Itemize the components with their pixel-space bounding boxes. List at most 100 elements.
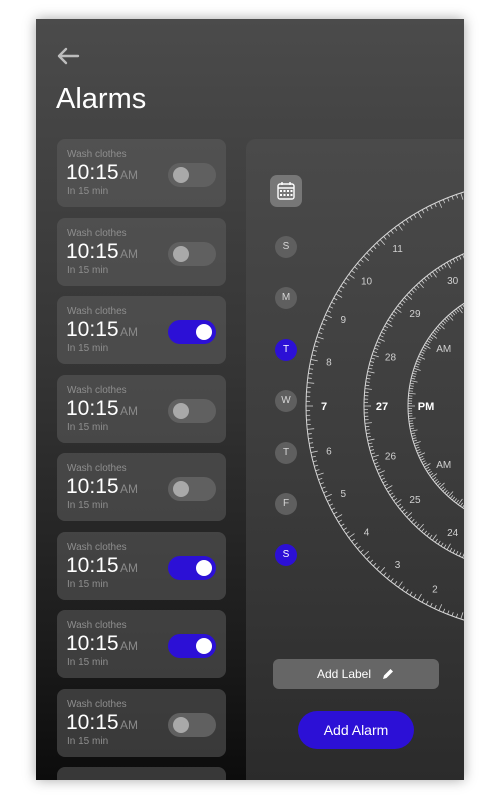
dial-tick bbox=[453, 498, 458, 502]
dial-tick bbox=[309, 368, 314, 370]
alarm-countdown: In 15 min bbox=[67, 264, 109, 276]
dial-tick bbox=[418, 452, 426, 456]
dial-tick bbox=[357, 262, 361, 267]
alarm-card-partial[interactable] bbox=[57, 767, 226, 780]
dial-label: 28 bbox=[385, 353, 397, 364]
dial-tick bbox=[423, 277, 428, 282]
alarm-time: 10:15 bbox=[66, 553, 119, 577]
dial-label: 8 bbox=[326, 357, 332, 368]
dial-tick bbox=[437, 540, 441, 545]
dial-tick bbox=[458, 552, 462, 557]
dial-tick bbox=[325, 314, 332, 319]
add-alarm-button[interactable]: Add Alarm bbox=[298, 711, 414, 749]
dial-tick bbox=[419, 455, 424, 459]
dial-tick bbox=[437, 325, 441, 330]
toggle-knob bbox=[196, 559, 212, 576]
dial-label: 2 bbox=[432, 585, 438, 596]
alarm-toggle[interactable] bbox=[168, 634, 216, 658]
dial-tick bbox=[365, 384, 370, 387]
alarm-card[interactable]: Wash clothes 10:15 AM In 15 min bbox=[57, 374, 226, 443]
alarm-name: Wash clothes bbox=[67, 698, 127, 710]
dial-tick bbox=[379, 566, 386, 573]
alarm-card[interactable]: Wash clothes 10:15 AM In 15 min bbox=[57, 453, 226, 521]
dial-tick bbox=[460, 192, 464, 200]
alarm-toggle[interactable] bbox=[168, 712, 216, 737]
dial-tick bbox=[391, 495, 396, 499]
dial-tick bbox=[315, 469, 320, 472]
dial-tick bbox=[411, 434, 416, 437]
dial-tick bbox=[323, 318, 328, 322]
dial-tick bbox=[408, 390, 413, 392]
back-arrow-icon[interactable] bbox=[54, 45, 82, 67]
dial-label: 9 bbox=[341, 315, 347, 326]
dial-tick bbox=[420, 458, 425, 461]
alarm-name: Wash clothes bbox=[67, 149, 127, 160]
alarm-card[interactable]: Wash clothes 10:15 AM In 15 min bbox=[57, 531, 226, 600]
dial-tick bbox=[363, 550, 370, 557]
dial-label: 24 bbox=[447, 528, 459, 539]
dial-tick bbox=[432, 477, 437, 481]
dial-tick bbox=[369, 248, 374, 253]
dial-tick bbox=[321, 486, 326, 489]
dial-tick bbox=[374, 347, 379, 350]
dial-tick bbox=[373, 458, 378, 461]
alarm-toggle[interactable] bbox=[168, 398, 216, 423]
dial-tick bbox=[408, 392, 416, 395]
alarm-card[interactable]: Wash clothes 10:15 AM In 15 min bbox=[57, 217, 226, 286]
dial-tick bbox=[406, 512, 413, 518]
dial-tick bbox=[421, 598, 425, 603]
dial-tick bbox=[357, 545, 361, 550]
dial-tick bbox=[370, 449, 375, 452]
page-title: Alarms bbox=[56, 83, 147, 115]
alarm-editor-panel: SMTWTFS 1 2 3 4 5 6 7 8 9 10 11 24 25 26 27 28 29 30 AM PM A… bbox=[246, 139, 464, 780]
dial-tick bbox=[370, 360, 375, 363]
alarm-toggle[interactable] bbox=[168, 241, 216, 266]
dial-tick bbox=[372, 354, 379, 358]
dial-tick bbox=[366, 432, 371, 435]
toggle-knob bbox=[173, 245, 189, 262]
dial-tick bbox=[446, 316, 450, 321]
dial-tick bbox=[415, 363, 420, 366]
alarm-name: Wash clothes bbox=[67, 620, 127, 631]
dial-tick bbox=[413, 593, 417, 598]
dial-tick bbox=[413, 214, 417, 219]
dial-label: 4 bbox=[364, 527, 370, 538]
dial-tick bbox=[462, 304, 464, 308]
alarm-toggle[interactable] bbox=[168, 477, 216, 501]
dial-tick bbox=[314, 345, 319, 348]
time-dial[interactable]: 123456789101124252627282930AMPMAM bbox=[246, 139, 464, 659]
dial-tick bbox=[460, 305, 463, 310]
dial-tick bbox=[408, 417, 416, 420]
dial-tick bbox=[384, 483, 389, 487]
dial-tick bbox=[364, 422, 372, 424]
alarm-toggle[interactable] bbox=[168, 320, 216, 344]
dial-tick bbox=[393, 310, 398, 314]
dial-tick bbox=[413, 441, 421, 445]
dial-tick bbox=[382, 328, 387, 332]
alarm-card[interactable]: Wash clothes 10:15 AM In 15 min bbox=[57, 688, 226, 757]
add-label-button[interactable]: Add Label bbox=[273, 659, 439, 689]
dial-tick bbox=[416, 523, 420, 528]
alarm-toggle[interactable] bbox=[168, 163, 216, 187]
dial-tick bbox=[449, 495, 454, 499]
dial-tick bbox=[401, 299, 406, 304]
dial-tick bbox=[434, 203, 437, 208]
dial-tick bbox=[418, 523, 424, 530]
alarm-card[interactable]: Wash clothes 10:15 AM In 15 min bbox=[57, 296, 226, 364]
alarm-card[interactable]: Wash clothes 10:15 AM In 15 min bbox=[57, 139, 226, 207]
alarm-ampm: AM bbox=[120, 639, 138, 653]
alarm-name: Wash clothes bbox=[67, 541, 127, 553]
dial-tick bbox=[409, 425, 414, 427]
dial-tick bbox=[311, 455, 316, 458]
dial-tick bbox=[340, 523, 345, 527]
alarm-card[interactable]: Wash clothes 10:15 AM In 15 min bbox=[57, 610, 226, 678]
pencil-icon bbox=[383, 669, 394, 679]
dial-tick bbox=[386, 233, 391, 237]
dial-tick bbox=[434, 604, 437, 609]
dial-tick bbox=[373, 351, 378, 354]
alarm-toggle[interactable] bbox=[168, 555, 216, 580]
dial-tick bbox=[451, 311, 456, 316]
dial-tick bbox=[417, 358, 422, 361]
dial-tick bbox=[455, 308, 459, 313]
dial-tick bbox=[422, 462, 427, 466]
